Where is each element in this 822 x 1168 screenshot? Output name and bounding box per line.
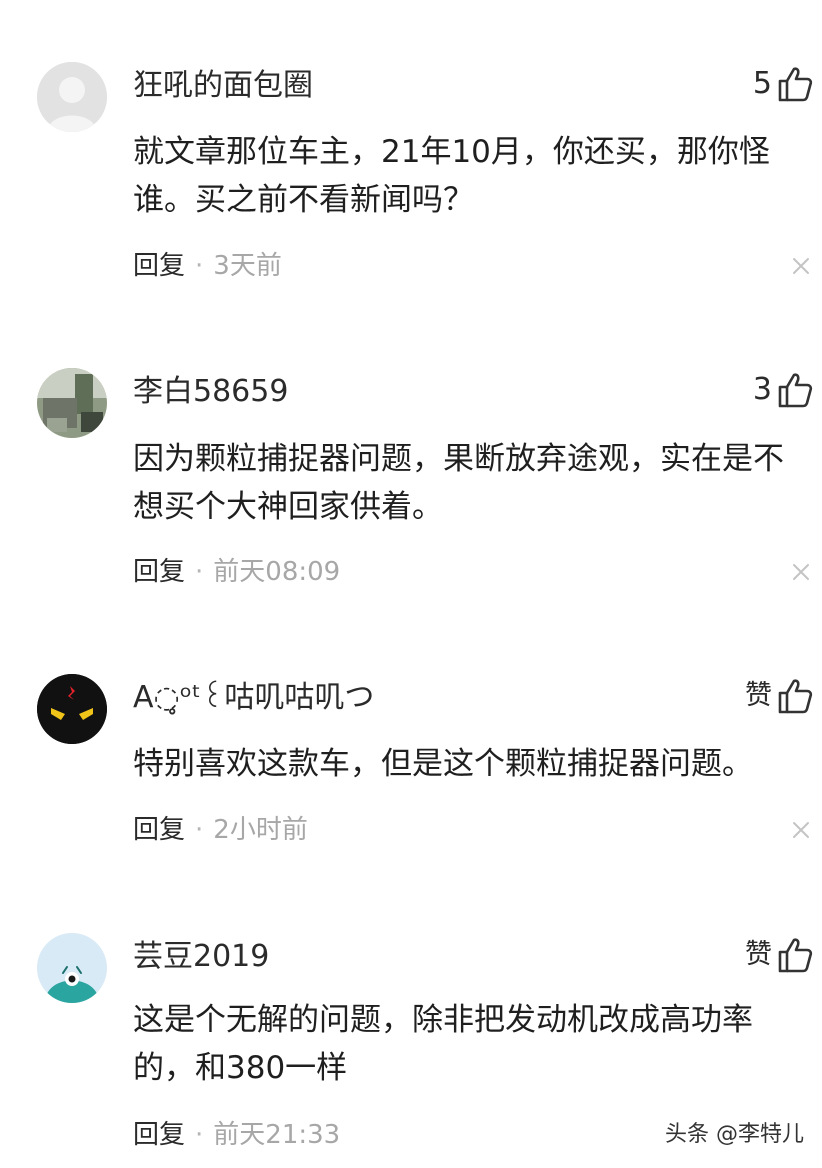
like-button[interactable]: 5 — [753, 64, 814, 104]
reply-button[interactable]: 回复 — [133, 1120, 185, 1150]
comment-text: 因为颗粒捕捉器问题，果断放弃途观，实在是不想买个大神回家供着。 — [133, 441, 784, 525]
close-icon[interactable] — [792, 563, 810, 581]
comment-username[interactable]: 李白58659 — [133, 374, 288, 410]
default-user-icon — [37, 62, 107, 132]
close-icon[interactable] — [792, 257, 810, 275]
comment-time: 前天08:09 — [213, 557, 341, 587]
user-avatar[interactable] — [37, 933, 107, 1003]
comment-item: 狂吼的面包圈 5 就文章那位车主，21年10月，你还买，那你怪谁。买之前不看新闻… — [0, 0, 822, 310]
close-icon[interactable] — [792, 821, 810, 839]
comment-username[interactable]: 芸豆2019 — [133, 939, 269, 975]
comment-time: 3天前 — [213, 251, 282, 281]
like-label: 赞 — [745, 680, 772, 711]
like-button[interactable]: 赞 — [745, 935, 814, 975]
comment-meta: 回复 · 前天08:09 — [133, 555, 340, 589]
like-button[interactable]: 3 — [753, 370, 814, 410]
comment-username[interactable]: 狂吼的面包圈 — [133, 68, 313, 104]
comment-text: 这是个无解的问题，除非把发动机改成高功率的，和380一样 — [133, 1002, 753, 1086]
user-avatar[interactable] — [37, 62, 107, 132]
comment-item: A◌̥ᵒᵗ꒰咕叽咕叽つ 赞 特别喜欢这款车，但是这个颗粒捕捉器问题。 回复 · 2小… — [0, 640, 822, 900]
comment-username[interactable]: A◌̥ᵒᵗ꒰咕叽咕叽つ — [133, 680, 374, 716]
thumbs-up-icon — [778, 373, 813, 408]
reply-button[interactable]: 回复 — [133, 557, 185, 587]
meta-separator: · — [195, 815, 204, 845]
thumbs-up-icon — [778, 67, 813, 102]
comment-text: 特别喜欢这款车，但是这个颗粒捕捉器问题。 — [133, 746, 753, 782]
comment-time: 2小时前 — [213, 815, 308, 845]
cartoon-avatar-icon — [37, 933, 107, 1003]
like-label: 赞 — [745, 939, 772, 970]
comment-meta: 回复 · 前天21:33 — [133, 1118, 340, 1152]
meta-separator: · — [195, 251, 204, 281]
meta-separator: · — [195, 557, 204, 587]
comment-meta: 回复 · 2小时前 — [133, 813, 308, 847]
watermark-text: 头条 @李特儿 — [665, 1122, 804, 1147]
comment-meta: 回复 · 3天前 — [133, 249, 282, 283]
comment-time: 前天21:33 — [213, 1120, 341, 1150]
thumbs-up-icon — [778, 938, 813, 973]
user-avatar[interactable] — [37, 368, 107, 438]
comment-item: 李白58659 3 因为颗粒捕捉器问题，果断放弃途观，实在是不想买个大神回家供着… — [0, 310, 822, 640]
user-avatar[interactable] — [37, 674, 107, 744]
thumbs-up-icon — [778, 679, 813, 714]
photo-avatar-icon — [37, 368, 107, 438]
meta-separator: · — [195, 1120, 204, 1150]
like-count: 5 — [752, 66, 772, 101]
reply-button[interactable]: 回复 — [133, 815, 185, 845]
devil-face-icon — [37, 674, 107, 744]
reply-button[interactable]: 回复 — [133, 251, 185, 281]
comment-text: 就文章那位车主，21年10月，你还买，那你怪谁。买之前不看新闻吗？ — [133, 134, 770, 218]
like-count: 3 — [752, 372, 772, 407]
like-button[interactable]: 赞 — [745, 676, 814, 716]
